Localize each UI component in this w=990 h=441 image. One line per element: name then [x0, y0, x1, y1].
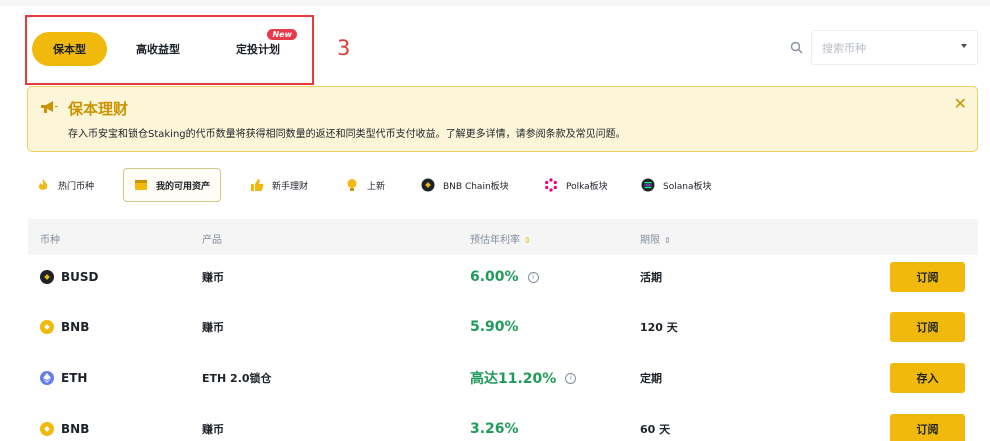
annotation-number: 3 — [337, 36, 351, 60]
bnb-coin-icon — [40, 422, 54, 436]
bnb-coin-icon — [40, 320, 54, 334]
coin-name: BNB — [61, 320, 90, 334]
info-icon[interactable]: i — [527, 271, 539, 283]
product-name: 赚币 — [202, 423, 224, 436]
fire-icon — [36, 178, 50, 192]
category-solana[interactable]: Solana板块 — [641, 168, 711, 202]
coin-name: BNB — [61, 422, 90, 436]
product-name: 赚币 — [202, 321, 224, 334]
coin-search-select[interactable]: 搜索币种 — [811, 30, 978, 65]
term-value: 活期 — [640, 271, 662, 284]
category-beginner[interactable]: 新手理财 — [250, 168, 308, 202]
search-placeholder: 搜索币种 — [822, 41, 866, 55]
wallet-icon — [134, 178, 148, 192]
thumbs-up-icon — [250, 178, 264, 192]
info-banner: 保本理财 存入币安宝和锁仓Staking的代币数量将获得相同数量的返还和同类型代… — [27, 86, 978, 152]
term-value: 120 天 — [640, 321, 678, 334]
close-icon[interactable]: ✕ — [954, 96, 967, 112]
deposit-button[interactable]: 存入 — [890, 363, 965, 393]
apy-value: 6.00% — [470, 269, 519, 285]
category-bnb-chain[interactable]: BNB Chain板块 — [421, 168, 509, 202]
category-my-assets[interactable]: 我的可用资产 — [123, 168, 222, 202]
eth-coin-icon — [40, 371, 54, 385]
solana-icon — [641, 178, 655, 192]
banner-text: 存入币安宝和锁仓Staking的代币数量将获得相同数量的返还和同类型代币支付收益… — [68, 129, 626, 140]
header-coin: 币种 — [40, 235, 60, 246]
header-product: 产品 — [202, 235, 222, 246]
chevron-down-icon — [961, 44, 967, 48]
category-hot-coins[interactable]: 热门币种 — [36, 168, 94, 202]
subscribe-button[interactable]: 订阅 — [890, 262, 965, 292]
term-value: 定期 — [640, 372, 662, 385]
subscribe-button[interactable]: 订阅 — [890, 414, 965, 441]
table-row: BNB 赚币 5.90% 120 天 订阅 — [28, 302, 978, 352]
table-row: ETH ETH 2.0锁仓 高达11.20% i 定期 存入 — [28, 353, 978, 403]
apy-value: 5.90% — [470, 319, 519, 335]
polkadot-icon — [544, 178, 558, 192]
apy-value: 高达11.20% — [470, 371, 557, 387]
coin-name: ETH — [61, 371, 88, 385]
table-header: 币种 产品 预估年利率 ⇕ 期限 ⇕ — [28, 219, 978, 255]
bnb-chain-icon — [421, 178, 435, 192]
annotation-highlight-box — [25, 15, 314, 85]
coin-name: BUSD — [61, 270, 99, 284]
megaphone-icon — [41, 101, 58, 113]
header-term[interactable]: 期限 ⇕ — [640, 231, 671, 246]
term-value: 60 天 — [640, 423, 671, 436]
sort-icon: ⇕ — [524, 236, 531, 245]
search-icon[interactable] — [790, 41, 803, 54]
banner-title: 保本理财 — [68, 100, 129, 118]
subscribe-button[interactable]: 订阅 — [890, 312, 965, 342]
info-icon[interactable]: i — [565, 372, 577, 384]
category-filters: 热门币种 我的可用资产 新手理财 上新 BNB Chain板块 Polka板块 … — [32, 168, 982, 202]
bulb-icon — [345, 178, 359, 192]
category-polka[interactable]: Polka板块 — [544, 168, 608, 202]
header-apy[interactable]: 预估年利率 ⇕ — [470, 231, 531, 246]
busd-coin-icon — [40, 270, 54, 284]
category-new-listing[interactable]: 上新 — [345, 168, 385, 202]
table-row: BUSD 赚币 6.00% i 活期 订阅 — [28, 252, 978, 302]
sort-icon: ⇕ — [664, 236, 671, 245]
top-divider — [0, 0, 990, 6]
product-name: ETH 2.0锁仓 — [202, 372, 272, 385]
apy-value: 3.26% — [470, 421, 519, 437]
table-row: BNB 赚币 3.26% 60 天 订阅 — [28, 404, 978, 441]
product-name: 赚币 — [202, 271, 224, 284]
